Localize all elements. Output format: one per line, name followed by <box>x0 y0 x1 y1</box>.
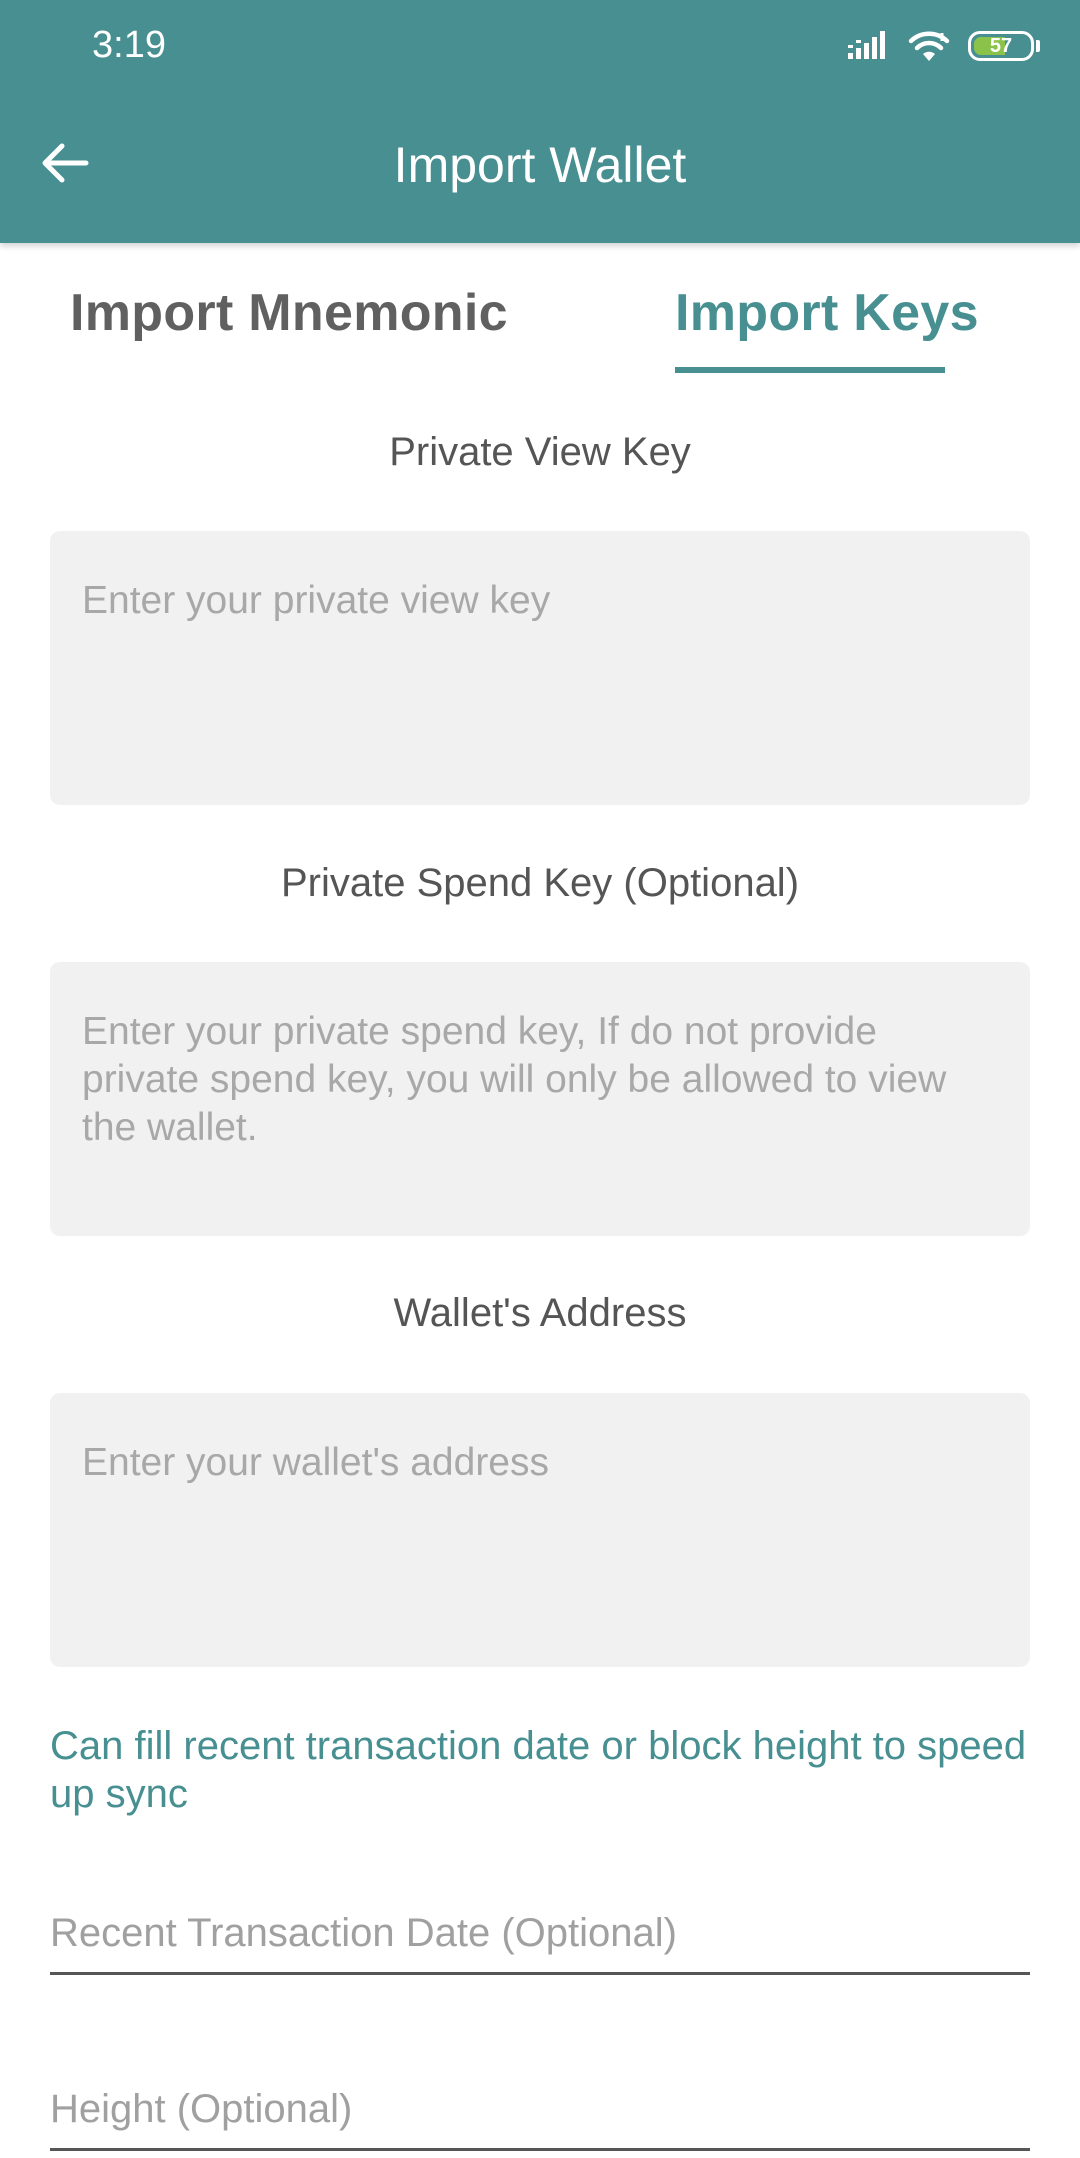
wallet-address-input[interactable] <box>50 1393 1030 1667</box>
recent-transaction-date-input[interactable] <box>50 1895 1030 1975</box>
page-title: Import Wallet <box>393 137 687 193</box>
battery-level: 57 <box>989 35 1013 57</box>
private-spend-key-input[interactable] <box>50 962 1030 1236</box>
wallet-address-label: Wallet's Address <box>393 1291 687 1335</box>
tab-import-keys[interactable]: Import Keys <box>675 283 979 343</box>
private-spend-key-label: Private Spend Key (Optional) <box>280 861 800 905</box>
status-time: 3:19 <box>92 24 166 66</box>
active-tab-indicator <box>675 367 945 373</box>
tab-bar: Import Mnemonic Import Keys <box>0 243 1080 373</box>
sync-hint: Can fill recent transaction date or bloc… <box>50 1724 1027 1816</box>
signal-icon <box>848 31 890 61</box>
tab-import-mnemonic[interactable]: Import Mnemonic <box>70 283 508 343</box>
height-input[interactable] <box>50 2071 1030 2151</box>
battery-icon: 57 <box>968 31 1040 61</box>
app-bar: 3:19 57 Import Wallet <box>0 0 1080 243</box>
private-view-key-input[interactable] <box>50 531 1030 805</box>
status-icons: 57 <box>848 26 1040 66</box>
private-view-key-label: Private View Key <box>389 430 691 474</box>
wifi-icon <box>908 29 950 63</box>
